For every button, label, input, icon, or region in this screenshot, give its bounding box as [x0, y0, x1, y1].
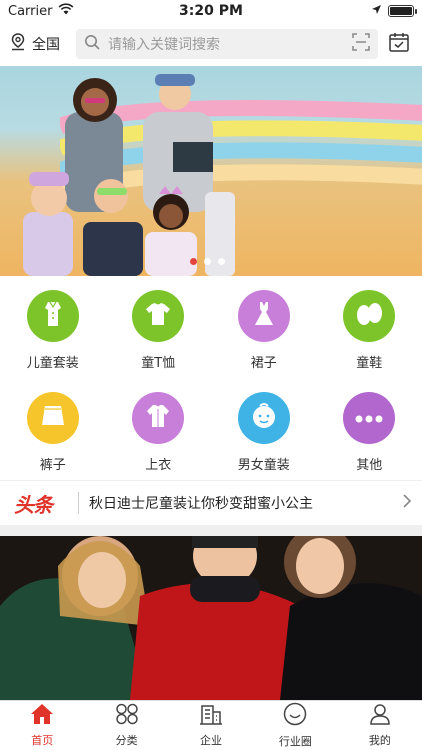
map-pin-icon: [10, 33, 26, 55]
tab-label: 首页: [31, 734, 54, 747]
category-circle: [237, 392, 290, 444]
category-dress[interactable]: 裙子: [211, 276, 317, 378]
top-bar: 全国 请输入关键词搜索: [0, 22, 422, 66]
chevron-right-icon: [402, 493, 412, 513]
headline-tag: 头条: [14, 492, 53, 517]
calendar-check-icon: [388, 31, 410, 57]
category-label: 童T恤: [141, 356, 176, 371]
banner-dot[interactable]: [204, 258, 211, 265]
top-icon: [143, 401, 173, 435]
tab-mine[interactable]: 我的: [338, 701, 422, 750]
category-circle: [343, 290, 396, 342]
category-tshirt[interactable]: 童T恤: [106, 276, 212, 378]
calendar-button[interactable]: [386, 31, 412, 57]
tab-enterprise[interactable]: 企业: [169, 701, 253, 750]
headline-divider: [78, 492, 79, 514]
baby-face-icon: [248, 400, 280, 436]
promo-girls-image: [0, 536, 422, 700]
category-circle: [237, 290, 290, 342]
category-circle: [26, 290, 79, 342]
category-label: 上衣: [145, 458, 172, 473]
banner-dot[interactable]: [190, 258, 197, 265]
more-icon: [354, 409, 384, 428]
tab-bar: 首页 分类 企业 行业圈 我的: [0, 700, 422, 750]
category-grid: 儿童套装 童T恤 裙子 童鞋 裤子 上衣 男女童装 其他: [0, 276, 422, 480]
category-label: 男女童装: [237, 458, 290, 473]
kids-suit-icon: [38, 299, 68, 333]
category-label: 裙子: [250, 356, 277, 371]
banner-carousel[interactable]: [0, 66, 422, 276]
category-kids-suit[interactable]: 儿童套装: [0, 276, 106, 378]
category-top[interactable]: 上衣: [106, 378, 212, 480]
pants-icon: [38, 401, 68, 435]
tab-home[interactable]: 首页: [0, 701, 84, 750]
category-circle: [26, 392, 79, 444]
tshirt-icon: [143, 299, 173, 333]
category-label: 童鞋: [356, 356, 383, 371]
category-label: 儿童套装: [26, 356, 79, 371]
user-icon: [369, 703, 391, 729]
scan-icon[interactable]: [352, 33, 370, 55]
category-circle: [343, 392, 396, 444]
category-label: 其他: [356, 458, 383, 473]
circle-smile-icon: [283, 702, 307, 730]
tab-label: 分类: [115, 734, 138, 747]
status-bar: Carrier 3:20 PM: [0, 0, 422, 22]
shoes-icon: [353, 299, 385, 333]
tab-industry-circle[interactable]: 行业圈: [253, 701, 337, 750]
wifi-icon: [58, 3, 74, 19]
location-arrow-icon: [371, 4, 382, 19]
tab-category[interactable]: 分类: [84, 701, 168, 750]
search-placeholder: 请输入关键词搜索: [108, 37, 220, 53]
headline-news[interactable]: 头条 秋日迪士尼童装让你秒变甜蜜小公主: [0, 481, 422, 525]
category-pants[interactable]: 裤子: [0, 378, 106, 480]
category-other[interactable]: 其他: [317, 378, 422, 480]
home-icon: [30, 703, 54, 729]
location-label: 全国: [32, 37, 60, 53]
category-circle: [132, 392, 185, 444]
banner-dot[interactable]: [218, 258, 225, 265]
category-icon: [115, 703, 139, 729]
dress-icon: [249, 299, 279, 333]
search-input[interactable]: 请输入关键词搜索: [76, 29, 378, 59]
banner-kids-image: [23, 74, 235, 276]
category-boys-girls[interactable]: 男女童装: [211, 378, 317, 480]
tab-label: 行业圈: [278, 735, 312, 748]
location-selector[interactable]: 全国: [10, 33, 72, 55]
tab-label: 企业: [200, 734, 223, 747]
headline-text: 秋日迪士尼童装让你秒变甜蜜小公主: [89, 496, 313, 512]
tab-label: 我的: [368, 734, 391, 747]
app-screen: Carrier 3:20 PM 全国 请输入关键词搜索 儿童套装 童T恤 裙子 …: [0, 0, 422, 750]
category-shoes[interactable]: 童鞋: [317, 276, 422, 378]
category-label: 裤子: [39, 458, 66, 473]
search-icon: [84, 34, 100, 54]
banner-pagination: [190, 258, 225, 265]
category-circle: [132, 290, 185, 342]
promo-image[interactable]: [0, 536, 422, 700]
battery-icon: [388, 5, 417, 17]
carrier-label: Carrier: [8, 3, 53, 19]
battery-fill: [390, 7, 412, 15]
building-icon: [199, 703, 223, 729]
